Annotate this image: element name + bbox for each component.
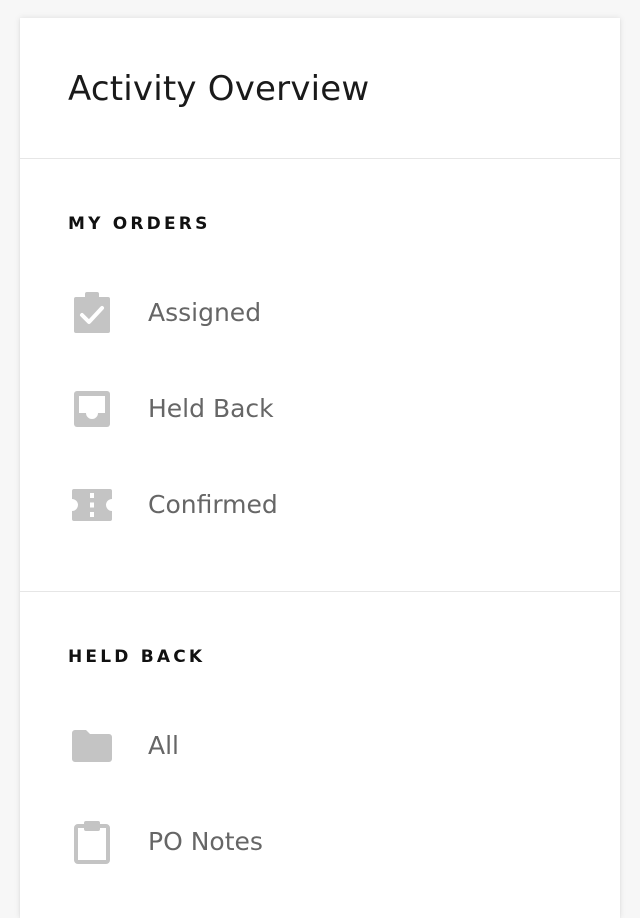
- menu-item-held-back[interactable]: Held Back: [68, 381, 588, 437]
- menu-item-assigned[interactable]: Assigned: [68, 285, 588, 341]
- assignment-check-icon: [68, 289, 116, 337]
- inbox-icon: [68, 385, 116, 433]
- menu-item-label: All: [148, 731, 179, 760]
- menu-item-po-notes[interactable]: PO Notes: [68, 814, 588, 870]
- my-orders-heading: MY ORDERS: [68, 214, 211, 234]
- menu-item-label: Held Back: [148, 394, 274, 423]
- menu-item-all[interactable]: All: [68, 718, 588, 774]
- menu-item-label: Assigned: [148, 298, 262, 327]
- activity-overview-card: Activity Overview MY ORDERS Assigned Hel…: [20, 18, 620, 918]
- card-header: Activity Overview: [20, 18, 620, 159]
- held-back-heading: HELD BACK: [68, 647, 206, 667]
- menu-item-confirmed[interactable]: Confirmed: [68, 477, 588, 533]
- clipboard-icon: [68, 818, 116, 866]
- held-back-section: HELD BACK All PO Notes: [20, 592, 620, 912]
- my-orders-section: MY ORDERS Assigned Held Back Confirmed: [20, 159, 620, 592]
- menu-item-label: PO Notes: [148, 827, 263, 856]
- menu-item-label: Confirmed: [148, 490, 278, 519]
- page-title: Activity Overview: [68, 69, 370, 109]
- ticket-icon: [68, 481, 116, 529]
- folder-icon: [68, 722, 116, 770]
